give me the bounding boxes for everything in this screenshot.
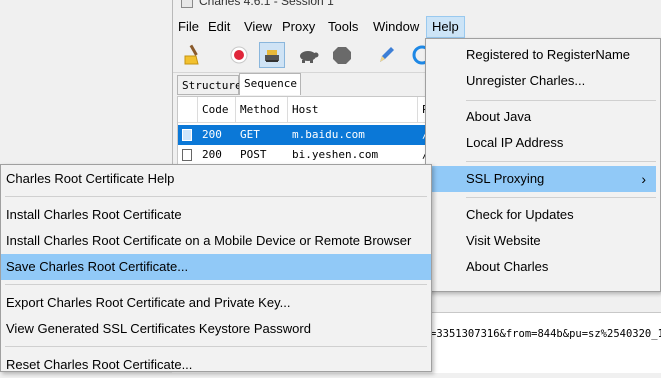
window-title: Charles 4.6.1 - Session 1 <box>199 0 334 8</box>
column-header-icon <box>178 97 198 123</box>
menu-item-root-cert-help[interactable]: Charles Root Certificate Help <box>1 166 431 192</box>
menu-item-about-java[interactable]: About Java <box>430 104 656 130</box>
menu-edit[interactable]: Edit <box>203 16 235 38</box>
column-header-host[interactable]: Host <box>288 97 418 123</box>
turtle-icon[interactable] <box>295 42 321 68</box>
cell-method: GET <box>240 128 260 141</box>
menu-item-export-cert-key[interactable]: Export Charles Root Certificate and Priv… <box>1 290 431 316</box>
charles-app-icon <box>181 0 193 8</box>
menu-item-visit-website[interactable]: Visit Website <box>430 228 656 254</box>
menu-tools[interactable]: Tools <box>323 16 363 38</box>
help-menu: Registered to RegisterName Unregister Ch… <box>425 38 661 292</box>
menu-item-local-ip[interactable]: Local IP Address <box>430 130 656 156</box>
document-icon <box>182 129 192 141</box>
broom-icon[interactable] <box>179 42 205 68</box>
menu-item-view-keystore-password[interactable]: View Generated SSL Certificates Keystore… <box>1 316 431 342</box>
menu-separator <box>466 100 656 101</box>
menu-item-about-charles[interactable]: About Charles <box>430 254 656 280</box>
menu-item-ssl-proxying[interactable]: SSL Proxying › <box>430 166 656 192</box>
menu-separator <box>5 196 427 197</box>
cell-code: 200 <box>202 128 222 141</box>
menu-item-save-root-cert[interactable]: Save Charles Root Certificate... <box>1 254 431 280</box>
menu-view[interactable]: View <box>239 16 277 38</box>
menu-item-install-root-cert[interactable]: Install Charles Root Certificate <box>1 202 431 228</box>
tab-sequence[interactable]: Sequence <box>239 73 301 95</box>
tab-structure[interactable]: Structure <box>177 75 242 95</box>
menu-help[interactable]: Help <box>426 16 465 38</box>
menu-item-check-updates[interactable]: Check for Updates <box>430 202 656 228</box>
record-icon[interactable] <box>226 42 252 68</box>
menu-bar: File Edit View Proxy Tools Window Help <box>173 16 661 38</box>
column-header-code[interactable]: Code <box>198 97 236 123</box>
document-icon <box>182 149 192 161</box>
chevron-right-icon: › <box>641 171 646 187</box>
cell-host: bi.yeshen.com <box>292 148 379 161</box>
menu-proxy[interactable]: Proxy <box>277 16 320 38</box>
desktop-background <box>0 0 172 165</box>
menu-item-unregister[interactable]: Unregister Charles... <box>430 68 656 94</box>
menu-item-label: SSL Proxying <box>466 171 545 186</box>
ssl-proxying-submenu: Charles Root Certificate Help Install Ch… <box>0 164 432 372</box>
cell-method: POST <box>240 148 267 161</box>
menu-separator <box>5 346 427 347</box>
menu-separator <box>466 161 656 162</box>
menu-item-reset-root-cert[interactable]: Reset Charles Root Certificate... <box>1 352 431 378</box>
column-header-method[interactable]: Method <box>236 97 288 123</box>
menu-separator <box>466 197 656 198</box>
throttle-icon[interactable] <box>259 42 285 68</box>
menu-window[interactable]: Window <box>368 16 424 38</box>
cell-code: 200 <box>202 148 222 161</box>
menu-item-registered[interactable]: Registered to RegisterName <box>430 42 656 68</box>
pen-icon[interactable] <box>373 42 399 68</box>
menu-item-install-mobile[interactable]: Install Charles Root Certificate on a Mo… <box>1 228 431 254</box>
title-bar: Charles 4.6.1 - Session 1 <box>173 0 661 10</box>
cell-host: m.baidu.com <box>292 128 365 141</box>
menu-file[interactable]: File <box>173 16 204 38</box>
menu-separator <box>5 284 427 285</box>
stop-icon[interactable] <box>329 42 355 68</box>
request-url-text: =3351307316&from=844b&pu=sz%2540320_10 <box>430 328 661 340</box>
